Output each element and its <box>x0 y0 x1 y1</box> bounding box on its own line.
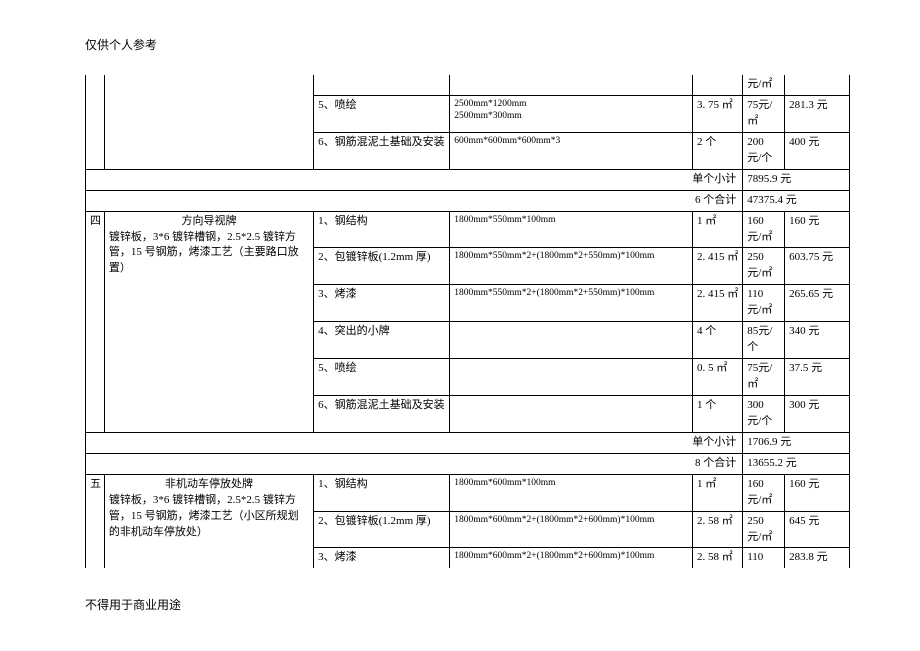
qty-cell: 3. 75 ㎡ <box>692 95 742 132</box>
rate-cell: 160 元/㎡ <box>743 211 785 248</box>
section-body: 镀锌板，3*6 镀锌槽钢，2.5*2.5 镀锌方管，15 号钢筋，烤漆工艺（小区… <box>109 493 309 541</box>
header-note: 仅供个人参考 <box>85 36 850 53</box>
total-cell: 265.65 元 <box>785 285 850 322</box>
table-row: 五 非机动车停放处牌 镀锌板，3*6 镀锌槽钢，2.5*2.5 镀锌方管，15 … <box>86 474 850 511</box>
rate-cell: 300 元/个 <box>743 395 785 432</box>
footer-note: 不得用于商业用途 <box>85 596 181 613</box>
rate-cell: 200 元/个 <box>743 132 785 169</box>
subtotal-label: 8 个合计 <box>86 453 743 474</box>
step-cell: 1、钢结构 <box>314 474 450 511</box>
qty-cell: 1 个 <box>692 395 742 432</box>
qty-cell: 1 ㎡ <box>692 211 742 248</box>
spec-line: 2500mm*1200mm <box>454 99 526 109</box>
table-row: 5、喷绘 2500mm*1200mm 2500mm*300mm 3. 75 ㎡ … <box>86 95 850 132</box>
spec-cell: 1800mm*550mm*2+(1800mm*2+550mm)*100mm <box>450 248 693 285</box>
subtotal-value: 7895.9 元 <box>743 169 850 190</box>
spec-cell: 1800mm*600mm*2+(1800mm*2+600mm)*100mm <box>450 548 693 568</box>
spec-cell <box>450 359 693 396</box>
qty-cell: 2 个 <box>692 132 742 169</box>
qty-cell: 2. 58 ㎡ <box>692 548 742 568</box>
total-cell: 603.75 元 <box>785 248 850 285</box>
subtotal-row: 单个小计 1706.9 元 <box>86 432 850 453</box>
total-cell: 37.5 元 <box>785 359 850 396</box>
section-title: 非机动车停放处牌 <box>109 477 309 493</box>
section-index: 四 <box>86 211 105 432</box>
spec-cell: 1800mm*550mm*2+(1800mm*2+550mm)*100mm <box>450 285 693 322</box>
subtotal-value: 47375.4 元 <box>743 190 850 211</box>
spec-cell: 1800mm*600mm*100mm <box>450 474 693 511</box>
total-cell: 300 元 <box>785 395 850 432</box>
section-desc: 方向导视牌 镀锌板，3*6 镀锌槽钢，2.5*2.5 镀锌方管，15 号钢筋，烤… <box>104 211 313 432</box>
table-row: 6、钢筋混泥土基础及安装 600mm*600mm*600mm*3 2 个 200… <box>86 132 850 169</box>
subtotal-value: 1706.9 元 <box>743 432 850 453</box>
total-cell: 281.3 元 <box>785 95 850 132</box>
qty-cell: 2. 415 ㎡ <box>692 248 742 285</box>
section-desc: 非机动车停放处牌 镀锌板，3*6 镀锌槽钢，2.5*2.5 镀锌方管，15 号钢… <box>104 474 313 568</box>
total-cell: 160 元 <box>785 211 850 248</box>
rate-cell: 250 元/㎡ <box>743 248 785 285</box>
step-cell: 5、喷绘 <box>314 95 450 132</box>
step-cell: 6、钢筋混泥土基础及安装 <box>314 395 450 432</box>
qty-cell: 2. 58 ㎡ <box>692 511 742 548</box>
step-cell: 3、烤漆 <box>314 548 450 568</box>
spec-line: 2500mm*300mm <box>454 111 522 121</box>
subtotal-row: 单个小计 7895.9 元 <box>86 169 850 190</box>
subtotal-value: 13655.2 元 <box>743 453 850 474</box>
subtotal-row: 6 个合计 47375.4 元 <box>86 190 850 211</box>
rate-cell: 75元/㎡ <box>743 359 785 396</box>
step-cell: 3、烤漆 <box>314 285 450 322</box>
spec-cell: 1800mm*550mm*100mm <box>450 211 693 248</box>
rate-cell: 110 <box>743 548 785 568</box>
subtotal-label: 单个小计 <box>86 432 743 453</box>
subtotal-label: 6 个合计 <box>86 190 743 211</box>
step-cell: 4、突出的小牌 <box>314 322 450 359</box>
spec-cell <box>450 395 693 432</box>
rate-cell: 75元/㎡ <box>743 95 785 132</box>
spec-cell: 2500mm*1200mm 2500mm*300mm <box>450 95 693 132</box>
spec-cell: 600mm*600mm*600mm*3 <box>450 132 693 169</box>
rate-cell: 160 元/㎡ <box>743 474 785 511</box>
rate-cell: 110 元/㎡ <box>743 285 785 322</box>
table-row: 四 方向导视牌 镀锌板，3*6 镀锌槽钢，2.5*2.5 镀锌方管，15 号钢筋… <box>86 211 850 248</box>
qty-cell: 4 个 <box>692 322 742 359</box>
total-cell: 645 元 <box>785 511 850 548</box>
cost-table: 元/㎡ 5、喷绘 2500mm*1200mm 2500mm*300mm 3. 7… <box>85 75 850 568</box>
step-cell: 5、喷绘 <box>314 359 450 396</box>
step-cell: 2、包镀锌板(1.2mm 厚) <box>314 248 450 285</box>
rate-cell: 250 元/㎡ <box>743 511 785 548</box>
step-cell: 6、钢筋混泥土基础及安装 <box>314 132 450 169</box>
section-index: 五 <box>86 474 105 568</box>
total-cell: 340 元 <box>785 322 850 359</box>
step-cell: 1、钢结构 <box>314 211 450 248</box>
total-cell: 283.8 元 <box>785 548 850 568</box>
qty-cell: 1 ㎡ <box>692 474 742 511</box>
total-cell: 160 元 <box>785 474 850 511</box>
rate-cell: 85元/个 <box>743 322 785 359</box>
subtotal-row: 8 个合计 13655.2 元 <box>86 453 850 474</box>
section-body: 镀锌板，3*6 镀锌槽钢，2.5*2.5 镀锌方管，15 号钢筋，烤漆工艺（主要… <box>109 230 309 278</box>
qty-cell: 2. 415 ㎡ <box>692 285 742 322</box>
spec-cell: 1800mm*600mm*2+(1800mm*2+600mm)*100mm <box>450 511 693 548</box>
section-title: 方向导视牌 <box>109 214 309 230</box>
table-row: 元/㎡ <box>86 75 850 95</box>
total-cell: 400 元 <box>785 132 850 169</box>
qty-cell: 0. 5 ㎡ <box>692 359 742 396</box>
rate-unit: 元/㎡ <box>743 75 785 95</box>
spec-cell <box>450 322 693 359</box>
step-cell: 2、包镀锌板(1.2mm 厚) <box>314 511 450 548</box>
subtotal-label: 单个小计 <box>86 169 743 190</box>
